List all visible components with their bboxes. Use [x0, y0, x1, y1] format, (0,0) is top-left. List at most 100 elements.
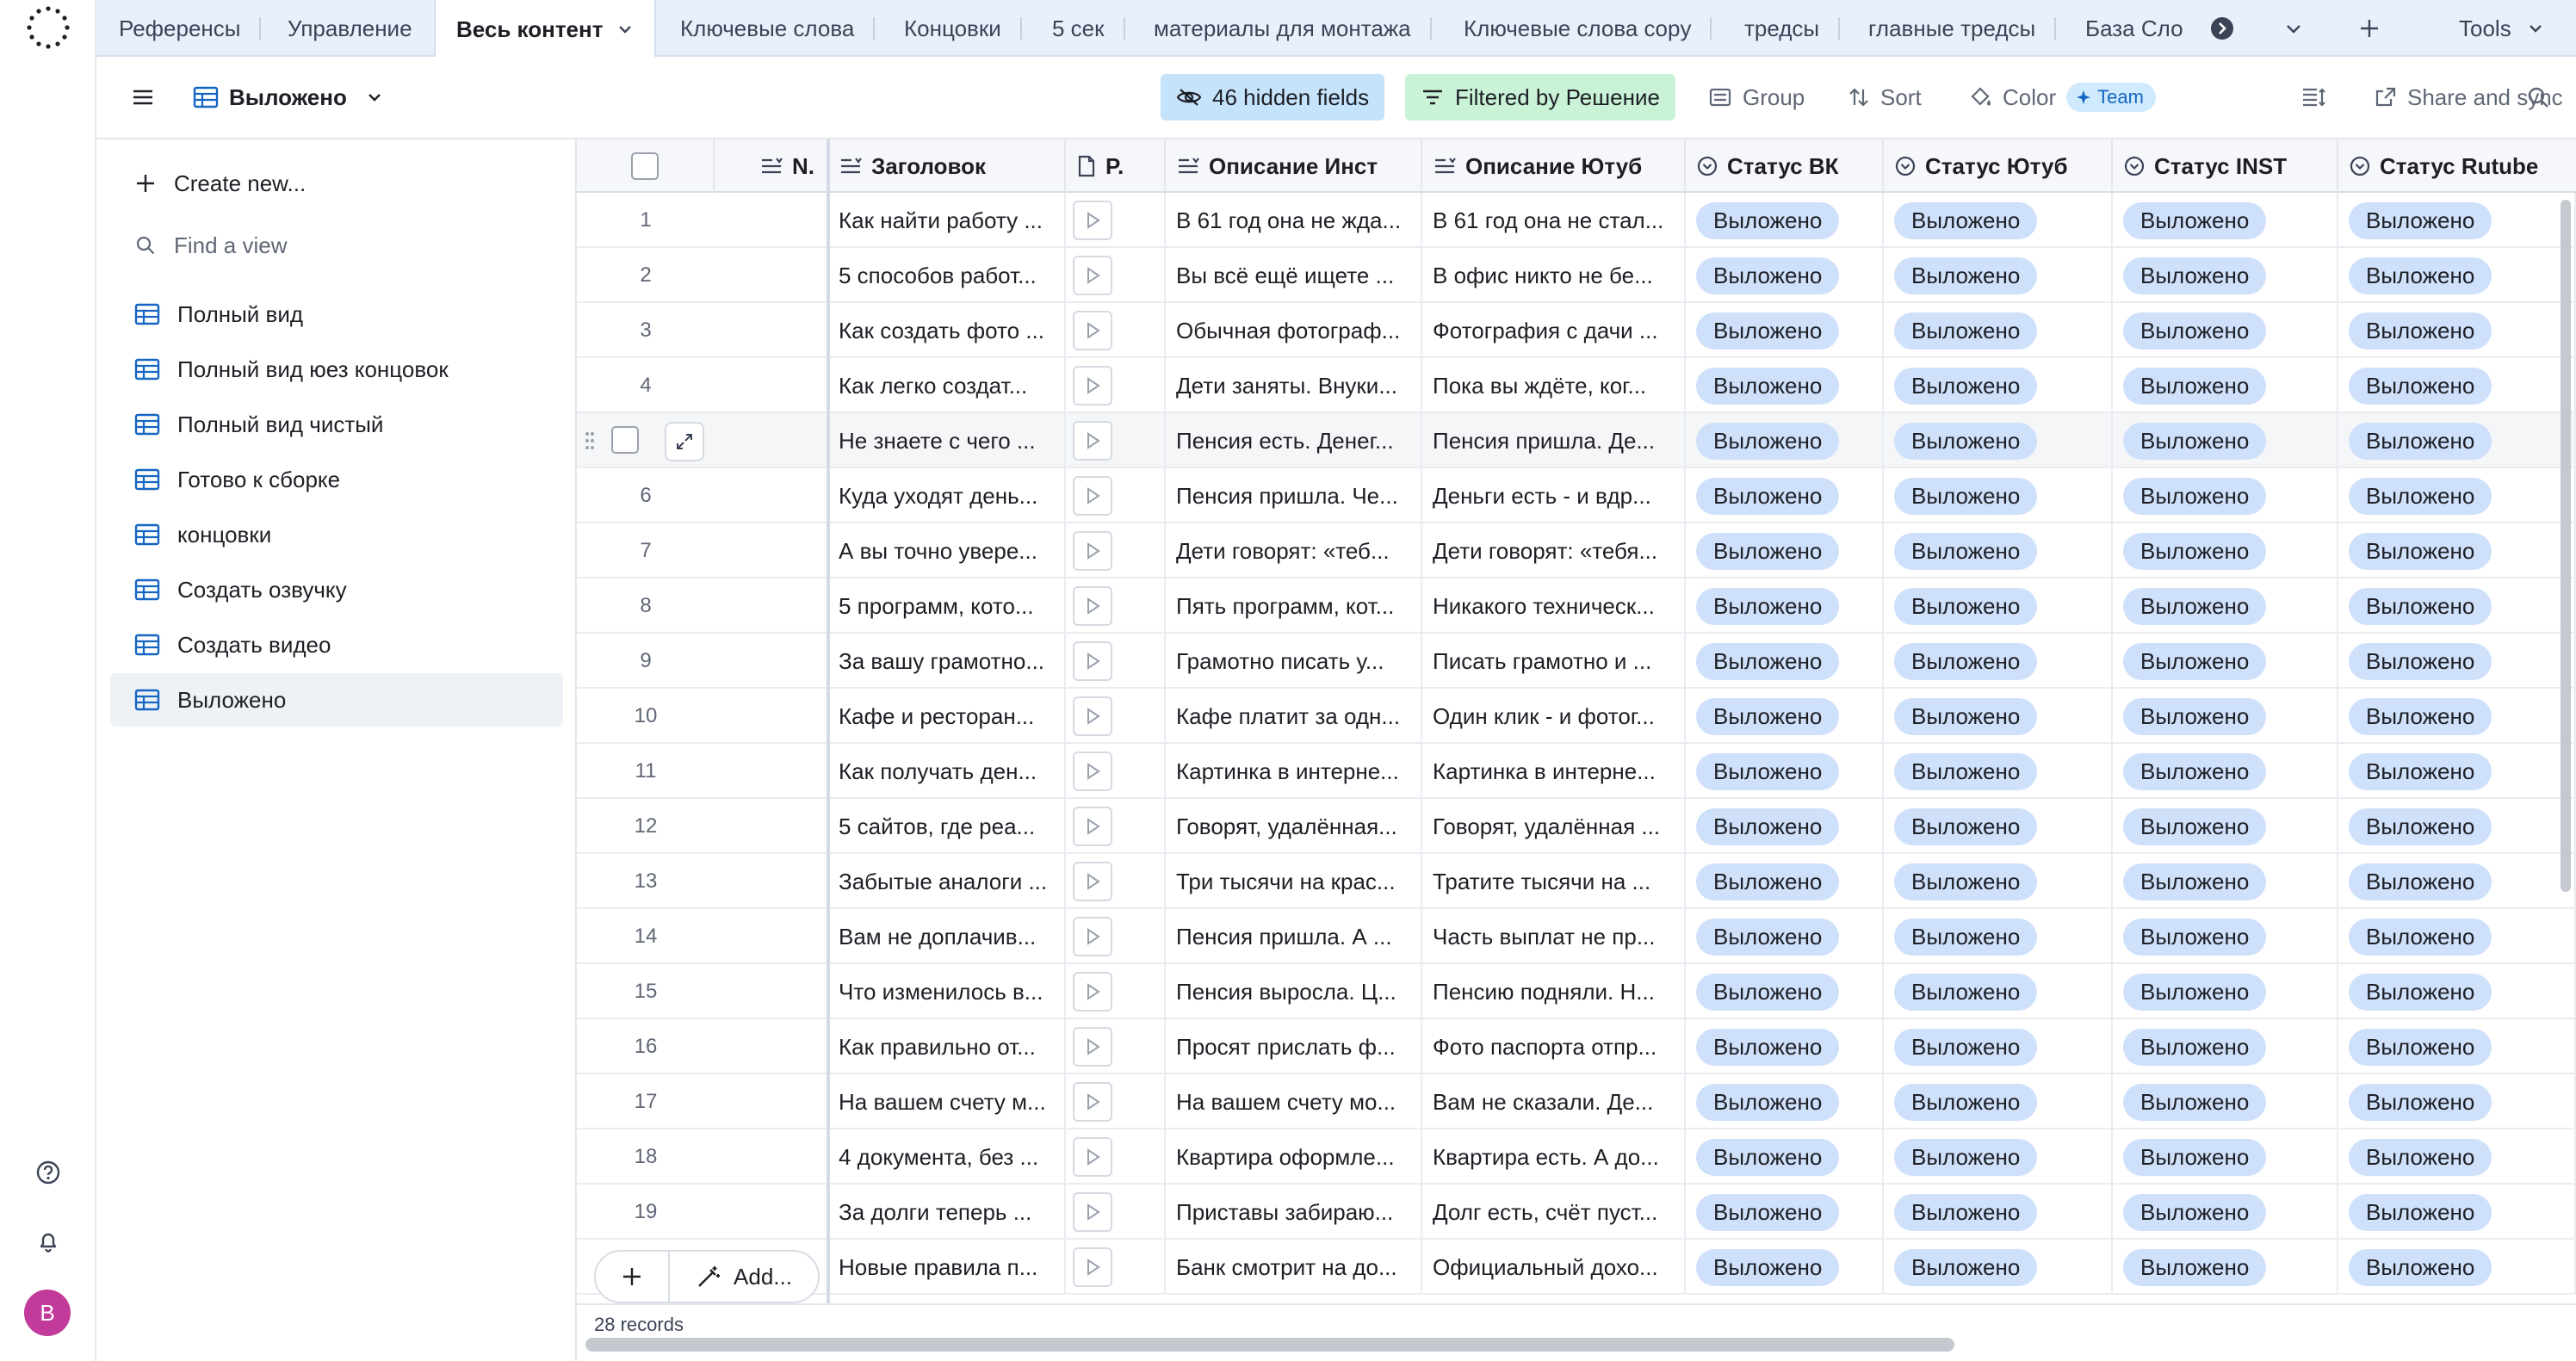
- status-vk-cell[interactable]: Выложено: [1686, 303, 1884, 358]
- notifications-bell-icon[interactable]: [31, 1224, 65, 1259]
- sidebar-view-create-video[interactable]: Создать видео: [110, 618, 563, 671]
- create-new-view-button[interactable]: Create new...: [110, 157, 563, 210]
- table-row[interactable]: 10 Кафе и ресторан... Кафе платит за одн..…: [577, 689, 2576, 744]
- title-cell[interactable]: Не знаете с чего ...: [828, 413, 1066, 468]
- status-rutube-cell[interactable]: Выложено: [2338, 689, 2576, 744]
- title-cell[interactable]: Кафе и ресторан...: [828, 689, 1066, 744]
- number-field-cell[interactable]: [715, 193, 828, 248]
- row-checkbox[interactable]: [611, 426, 639, 454]
- view-switcher[interactable]: Выложено: [193, 74, 393, 121]
- youtube-description-cell[interactable]: Писать грамотно и ...: [1422, 634, 1686, 689]
- group-button[interactable]: Group: [1708, 74, 1805, 121]
- status-inst-cell[interactable]: Выложено: [2113, 1185, 2338, 1240]
- number-field-cell[interactable]: [715, 248, 828, 303]
- status-vk-cell[interactable]: Выложено: [1686, 523, 1884, 578]
- status-vk-cell[interactable]: Выложено: [1686, 468, 1884, 523]
- status-vk-cell[interactable]: Выложено: [1686, 578, 1884, 634]
- title-cell[interactable]: 5 программ, кото...: [828, 578, 1066, 634]
- number-field-cell[interactable]: [715, 689, 828, 744]
- title-cell[interactable]: А вы точно увере...: [828, 523, 1066, 578]
- column-header-attachment[interactable]: P.: [1066, 139, 1166, 193]
- number-field-cell[interactable]: [715, 1019, 828, 1074]
- inst-description-cell[interactable]: В 61 год она не жда...: [1166, 193, 1422, 248]
- status-rutube-cell[interactable]: Выложено: [2338, 358, 2576, 413]
- status-vk-cell[interactable]: Выложено: [1686, 799, 1884, 854]
- title-cell[interactable]: Новые правила п...: [828, 1240, 1066, 1295]
- status-rutube-cell[interactable]: Выложено: [2338, 799, 2576, 854]
- row-number-cell[interactable]: 2: [577, 248, 715, 303]
- status-rutube-cell[interactable]: Выложено: [2338, 1074, 2576, 1129]
- tab-management[interactable]: Управление: [288, 0, 412, 57]
- row-number-cell[interactable]: 19: [577, 1185, 715, 1240]
- status-vk-cell[interactable]: Выложено: [1686, 248, 1884, 303]
- status-vk-cell[interactable]: Выложено: [1686, 413, 1884, 468]
- more-tabs-icon[interactable]: [2209, 0, 2235, 57]
- table-row[interactable]: 11 Как получать ден... Картинка в интерне.…: [577, 744, 2576, 799]
- attachment-cell[interactable]: [1066, 578, 1166, 634]
- status-rutube-cell[interactable]: Выложено: [2338, 909, 2576, 964]
- inst-description-cell[interactable]: Вы всё ещё ищете ...: [1166, 248, 1422, 303]
- status-youtube-cell[interactable]: Выложено: [1884, 468, 2113, 523]
- sidebar-view-full[interactable]: Полный вид: [110, 288, 563, 341]
- column-header-status-youtube[interactable]: Статус Ютуб: [1884, 139, 2113, 193]
- youtube-description-cell[interactable]: Дети говорят: «тебя...: [1422, 523, 1686, 578]
- status-youtube-cell[interactable]: Выложено: [1884, 193, 2113, 248]
- table-row[interactable]: 8 5 программ, кото... Пять программ, кот..…: [577, 578, 2576, 634]
- status-youtube-cell[interactable]: Выложено: [1884, 799, 2113, 854]
- row-number-cell[interactable]: 6: [577, 468, 715, 523]
- status-inst-cell[interactable]: Выложено: [2113, 689, 2338, 744]
- attachment-cell[interactable]: [1066, 1074, 1166, 1129]
- youtube-description-cell[interactable]: Официальный дохо...: [1422, 1240, 1686, 1295]
- status-rutube-cell[interactable]: Выложено: [2338, 1129, 2576, 1185]
- status-vk-cell[interactable]: Выложено: [1686, 909, 1884, 964]
- sidebar-view-ready-to-build[interactable]: Готово к сборке: [110, 453, 563, 506]
- youtube-description-cell[interactable]: Тратите тысячи на ...: [1422, 854, 1686, 909]
- youtube-description-cell[interactable]: Часть выплат не пр...: [1422, 909, 1686, 964]
- number-field-cell[interactable]: [715, 909, 828, 964]
- status-rutube-cell[interactable]: Выложено: [2338, 1019, 2576, 1074]
- number-field-cell[interactable]: [715, 964, 828, 1019]
- title-cell[interactable]: Что изменилось в...: [828, 964, 1066, 1019]
- status-youtube-cell[interactable]: Выложено: [1884, 1185, 2113, 1240]
- tools-menu[interactable]: Tools: [2459, 0, 2544, 57]
- status-vk-cell[interactable]: Выложено: [1686, 1185, 1884, 1240]
- play-video-icon[interactable]: [1073, 256, 1112, 295]
- number-field-cell[interactable]: [715, 744, 828, 799]
- status-youtube-cell[interactable]: Выложено: [1884, 1074, 2113, 1129]
- number-field-cell[interactable]: [715, 578, 828, 634]
- status-rutube-cell[interactable]: Выложено: [2338, 248, 2576, 303]
- tab-threads[interactable]: тредсы: [1744, 0, 1841, 57]
- youtube-description-cell[interactable]: Долг есть, счёт пуст...: [1422, 1185, 1686, 1240]
- youtube-description-cell[interactable]: В 61 год она не стал...: [1422, 193, 1686, 248]
- play-video-icon[interactable]: [1073, 366, 1112, 405]
- attachment-cell[interactable]: [1066, 634, 1166, 689]
- row-number-cell[interactable]: 14: [577, 909, 715, 964]
- attachment-cell[interactable]: [1066, 413, 1166, 468]
- title-cell[interactable]: Как легко создат...: [828, 358, 1066, 413]
- title-cell[interactable]: Вам не доплачив...: [828, 909, 1066, 964]
- inst-description-cell[interactable]: Пять программ, кот...: [1166, 578, 1422, 634]
- status-inst-cell[interactable]: Выложено: [2113, 1074, 2338, 1129]
- status-rutube-cell[interactable]: Выложено: [2338, 468, 2576, 523]
- status-vk-cell[interactable]: Выложено: [1686, 689, 1884, 744]
- title-cell[interactable]: Забытые аналоги ...: [828, 854, 1066, 909]
- play-video-icon[interactable]: [1073, 201, 1112, 240]
- tab-words-base[interactable]: База Сло: [2085, 0, 2195, 57]
- play-video-icon[interactable]: [1073, 1192, 1112, 1232]
- play-video-icon[interactable]: [1073, 917, 1112, 956]
- status-youtube-cell[interactable]: Выложено: [1884, 909, 2113, 964]
- table-row[interactable]: 17 На вашем счету м... На вашем счету мо..…: [577, 1074, 2576, 1129]
- status-inst-cell[interactable]: Выложено: [2113, 468, 2338, 523]
- play-video-icon[interactable]: [1073, 1027, 1112, 1067]
- attachment-cell[interactable]: [1066, 964, 1166, 1019]
- status-rutube-cell[interactable]: Выложено: [2338, 744, 2576, 799]
- inst-description-cell[interactable]: Приставы забираю...: [1166, 1185, 1422, 1240]
- attachment-cell[interactable]: [1066, 523, 1166, 578]
- workspace-logo-icon[interactable]: [24, 3, 72, 52]
- drag-handle-icon[interactable]: [584, 430, 596, 452]
- add-table-plus-icon[interactable]: [2357, 0, 2381, 57]
- table-row[interactable]: 19 За долги теперь ... Приставы забираю...…: [577, 1185, 2576, 1240]
- row-number-cell[interactable]: 18: [577, 1129, 715, 1185]
- status-inst-cell[interactable]: Выложено: [2113, 799, 2338, 854]
- status-youtube-cell[interactable]: Выложено: [1884, 413, 2113, 468]
